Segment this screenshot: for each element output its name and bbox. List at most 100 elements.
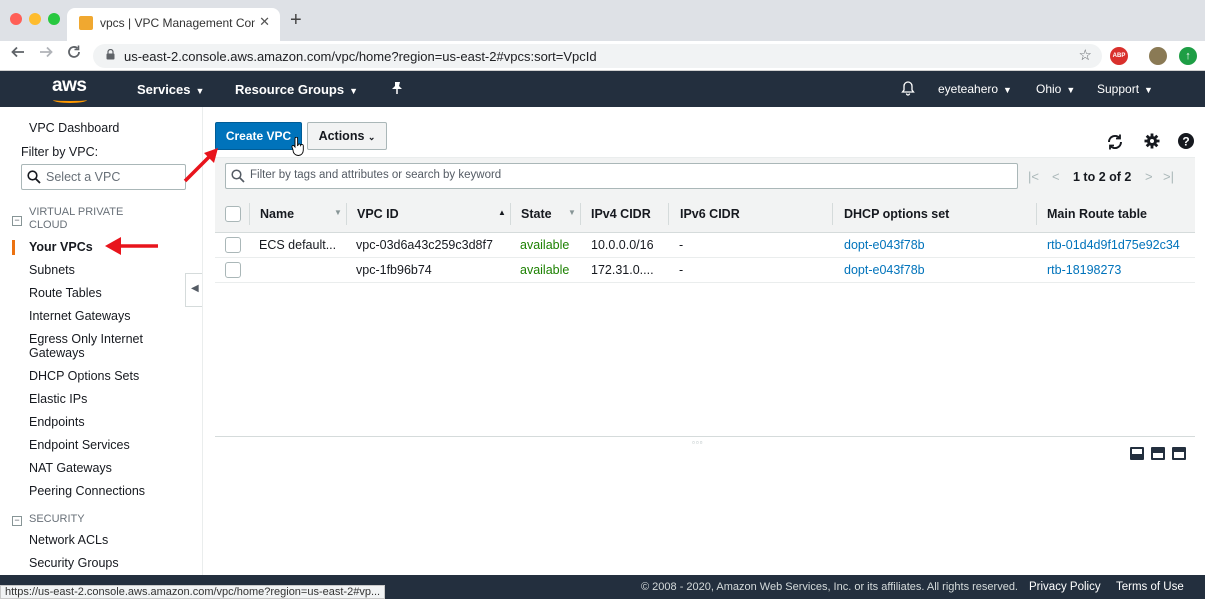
table-row[interactable]: ECS default... vpc-03d6a43c259c3d8f7 ava… (215, 233, 1195, 258)
privacy-policy-link[interactable]: Privacy Policy (1029, 581, 1101, 593)
column-header-main-route-table[interactable]: Main Route table (1047, 207, 1147, 221)
forward-arrow-icon[interactable] (39, 45, 53, 64)
services-menu[interactable]: Services ▼ (137, 82, 204, 97)
cell-main-route-table-link[interactable]: rtb-18198273 (1047, 263, 1121, 277)
cell-main-route-table-link[interactable]: rtb-01d4d9f1d75e92c34 (1047, 238, 1180, 252)
terms-of-use-link[interactable]: Terms of Use (1116, 581, 1184, 593)
pin-icon[interactable] (391, 81, 403, 98)
browser-tab[interactable]: vpcs | VPC Management Cons ✕ (67, 8, 280, 41)
column-header-vpc-id[interactable]: VPC ID (357, 207, 399, 221)
sidebar-item-subnets[interactable]: Subnets (29, 263, 75, 277)
reload-icon[interactable] (67, 45, 81, 64)
user-menu[interactable]: eyeteahero ▼ (938, 82, 1012, 96)
adblock-extension-icon[interactable]: ABP (1110, 47, 1128, 65)
details-pane-divider[interactable] (215, 436, 1195, 437)
column-header-dhcp-options-set[interactable]: DHCP options set (844, 207, 949, 221)
bookmark-star-icon[interactable]: ☆ (1079, 46, 1092, 64)
resize-grip-icon[interactable]: ▫▫▫ (692, 438, 704, 447)
profile-avatar[interactable] (1149, 47, 1167, 65)
vpc-filter-select[interactable] (21, 164, 186, 190)
sidebar-item-your-vpcs[interactable]: Your VPCs (29, 240, 93, 254)
sort-ascending-icon[interactable]: ▲ (498, 208, 506, 217)
create-vpc-button[interactable]: Create VPC (215, 122, 302, 150)
chevron-down-icon: ▼ (1144, 85, 1153, 95)
vpc-filter-input[interactable] (46, 170, 176, 184)
aws-header: aws Services ▼ Resource Groups ▼ eyeteaher… (0, 71, 1205, 107)
layout-top-pane-icon[interactable] (1172, 447, 1186, 460)
annotation-arrow-icon (183, 148, 218, 183)
hand-cursor-icon (291, 137, 304, 156)
sidebar-item-endpoint-services[interactable]: Endpoint Services (29, 438, 130, 452)
new-tab-button[interactable]: + (290, 10, 302, 30)
sidebar-item-elastic-ips[interactable]: Elastic IPs (29, 392, 87, 406)
omnibox[interactable]: us-east-2.console.aws.amazon.com/vpc/hom… (93, 44, 1102, 68)
sidebar-item-vpc-dashboard[interactable]: VPC Dashboard (29, 121, 119, 135)
chevron-left-icon: ◀ (191, 283, 199, 294)
annotation-arrow-icon (105, 237, 158, 255)
window-close-button[interactable] (10, 13, 22, 25)
table-search-input[interactable] (250, 169, 1010, 181)
table-row[interactable]: vpc-1fb96b74 available 172.31.0.... - do… (215, 258, 1195, 283)
select-all-checkbox[interactable] (225, 206, 241, 222)
previous-page-icon[interactable]: < (1052, 169, 1060, 184)
aws-logo[interactable]: aws (52, 75, 87, 97)
lock-icon (106, 49, 115, 60)
refresh-icon[interactable] (1106, 133, 1124, 151)
sort-caret-icon[interactable]: ▼ (334, 208, 342, 217)
search-icon (231, 169, 245, 183)
column-header-name[interactable]: Name (260, 207, 294, 221)
sort-caret-icon[interactable]: ▼ (568, 208, 576, 217)
sidebar-item-internet-gateways[interactable]: Internet Gateways (29, 309, 130, 323)
cell-state: available (520, 238, 570, 252)
resource-groups-menu[interactable]: Resource Groups ▼ (235, 82, 358, 97)
search-icon (27, 170, 41, 184)
cell-ipv4-cidr: 10.0.0.0/16 (591, 238, 654, 252)
last-page-icon[interactable]: >| (1163, 169, 1174, 184)
column-header-state[interactable]: State (521, 207, 552, 221)
sidebar-item-peering-connections[interactable]: Peering Connections (29, 484, 145, 498)
sidebar-item-security-groups[interactable]: Security Groups (29, 556, 119, 570)
sidebar-item-route-tables[interactable]: Route Tables (29, 286, 102, 300)
table-search-box[interactable] (225, 163, 1018, 189)
actions-button[interactable]: Actions ⌄ (307, 122, 387, 150)
cell-dhcp-options-link[interactable]: dopt-e043f78b (844, 263, 925, 277)
sidebar-item-endpoints[interactable]: Endpoints (29, 415, 85, 429)
tab-close-icon[interactable]: ✕ (259, 14, 270, 30)
window-maximize-button[interactable] (48, 13, 60, 25)
support-menu[interactable]: Support ▼ (1097, 82, 1153, 96)
layout-split-pane-icon[interactable] (1151, 447, 1165, 460)
update-icon[interactable]: ↑ (1179, 47, 1197, 65)
copyright-text: © 2008 - 2020, Amazon Web Services, Inc.… (641, 581, 1018, 593)
sidebar-item-egress-only-internet-gateways[interactable]: Egress Only Internet Gateways (29, 332, 159, 360)
layout-bottom-pane-icon[interactable] (1130, 447, 1144, 460)
column-separator (510, 203, 511, 225)
help-icon[interactable]: ? (1177, 132, 1195, 150)
collapse-section-icon[interactable]: − (12, 516, 22, 526)
address-bar-row: us-east-2.console.aws.amazon.com/vpc/hom… (0, 41, 1205, 71)
browser-status-url: https://us-east-2.console.aws.amazon.com… (0, 585, 386, 599)
column-separator (249, 203, 250, 225)
column-header-ipv6-cidr[interactable]: IPv6 CIDR (680, 207, 740, 221)
window-minimize-button[interactable] (29, 13, 41, 25)
column-separator (346, 203, 347, 225)
column-header-ipv4-cidr[interactable]: IPv4 CIDR (591, 207, 651, 221)
cell-vpc-id: vpc-1fb96b74 (356, 263, 432, 277)
sidebar-item-dhcp-options-sets[interactable]: DHCP Options Sets (29, 369, 139, 383)
row-checkbox[interactable] (225, 262, 241, 278)
sidebar-item-network-acls[interactable]: Network ACLs (29, 533, 108, 547)
first-page-icon[interactable]: |< (1028, 169, 1039, 184)
sidebar-item-nat-gateways[interactable]: NAT Gateways (29, 461, 112, 475)
collapse-section-icon[interactable]: − (12, 216, 22, 226)
column-separator (1036, 203, 1037, 225)
tab-title: vpcs | VPC Management Cons (100, 16, 255, 30)
cell-dhcp-options-link[interactable]: dopt-e043f78b (844, 238, 925, 252)
sidebar-collapse-handle[interactable]: ◀ (185, 273, 202, 307)
cell-ipv6-cidr: - (679, 263, 684, 277)
next-page-icon[interactable]: > (1145, 169, 1153, 184)
gear-icon[interactable] (1143, 132, 1161, 150)
row-checkbox[interactable] (225, 237, 241, 253)
region-menu[interactable]: Ohio ▼ (1036, 82, 1075, 96)
back-arrow-icon[interactable] (11, 45, 25, 64)
chevron-down-icon: ▼ (349, 86, 359, 96)
notifications-bell-icon[interactable] (900, 80, 916, 96)
